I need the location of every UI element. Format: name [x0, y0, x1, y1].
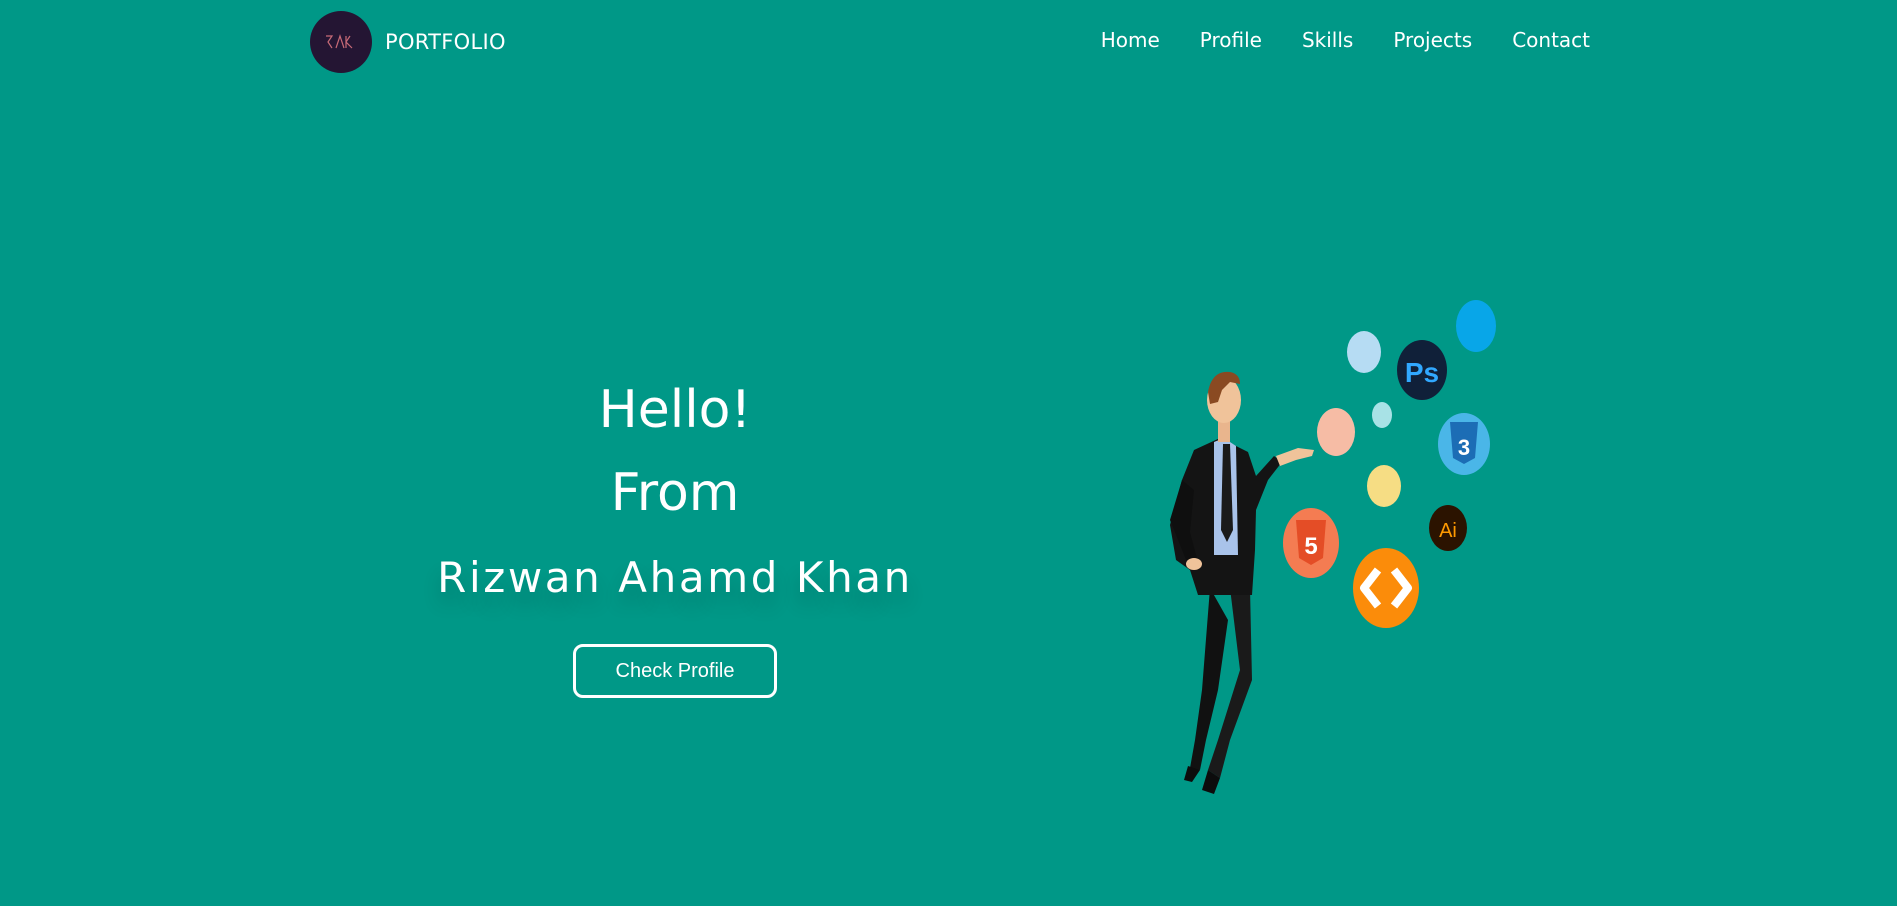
nav-projects[interactable]: Projects: [1393, 28, 1472, 52]
bubble-yellow: [1367, 465, 1401, 507]
nav-contact[interactable]: Contact: [1512, 28, 1590, 52]
css3-label: 3: [1458, 435, 1470, 460]
code-brackets-icon: [1353, 548, 1419, 628]
main-nav: Home Profile Skills Projects Contact: [1101, 28, 1590, 52]
logo[interactable]: [310, 11, 372, 73]
nav-skills[interactable]: Skills: [1302, 28, 1353, 52]
bubble-peach: [1317, 408, 1355, 456]
html5-icon: 5: [1283, 508, 1339, 578]
bubble-cyan: [1372, 402, 1392, 428]
html5-label: 5: [1304, 533, 1317, 560]
css3-icon: 3: [1438, 413, 1490, 475]
hero-greeting: Hello!: [598, 380, 752, 440]
photoshop-icon: Ps: [1397, 340, 1447, 400]
photoshop-label: Ps: [1405, 357, 1439, 388]
nav-home[interactable]: Home: [1101, 28, 1160, 52]
brand-title: PORTFOLIO: [385, 30, 506, 54]
hero-name: Rizwan Ahamd Khan: [437, 553, 913, 602]
hero-illustration: Ps 3 5 Ai: [1170, 300, 1496, 794]
bubble-blue: [1456, 300, 1496, 352]
nav-profile[interactable]: Profile: [1200, 28, 1262, 52]
hero-from: From: [610, 463, 740, 523]
check-profile-button[interactable]: Check Profile: [573, 644, 777, 698]
logo-monogram-icon: [326, 34, 353, 49]
page: PORTFOLIO Home Profile Skills Projects C…: [0, 0, 1897, 906]
man-figure-icon: [1170, 371, 1314, 794]
bubble-light-blue: [1347, 331, 1381, 373]
illustrator-label: Ai: [1439, 520, 1457, 542]
illustrator-icon: Ai: [1429, 505, 1467, 551]
